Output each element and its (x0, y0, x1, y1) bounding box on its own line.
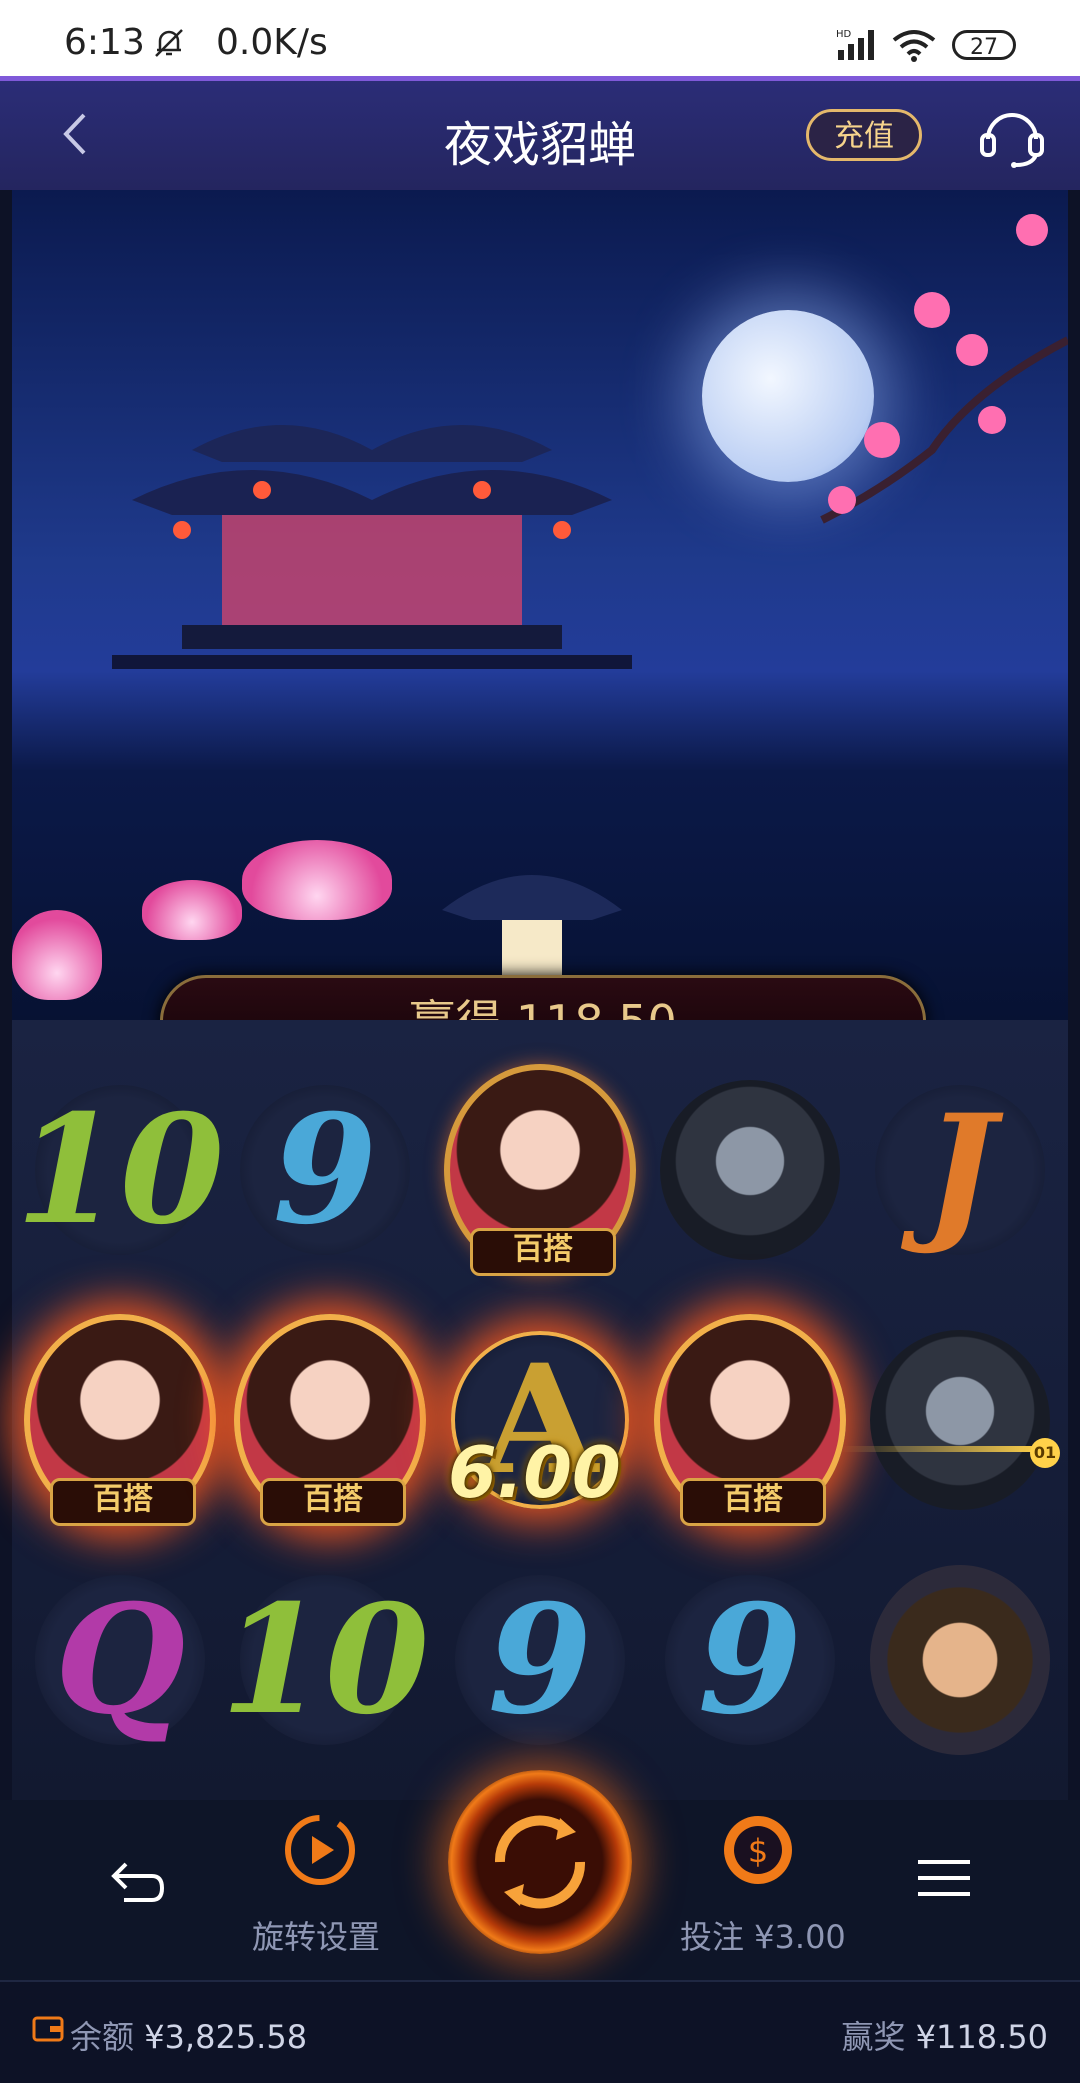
payline-number: 01 (1030, 1438, 1060, 1468)
bet-amount-label[interactable]: 投注 ¥3.00 (680, 1912, 846, 1958)
reel-symbol (650, 1080, 850, 1260)
lotus-flower (242, 840, 392, 920)
total-win: 赢奖 ¥118.50 (841, 2012, 1048, 2058)
menu-icon[interactable] (918, 1856, 970, 1904)
recharge-button[interactable]: 充值 (806, 109, 922, 161)
reel-symbol: 百搭 (650, 1314, 850, 1526)
wild-diaochan-portrait: 百搭 (654, 1314, 846, 1526)
wild-tag: 百搭 (260, 1478, 406, 1526)
game-scene-background (12, 190, 1068, 1020)
soldier-symbol (870, 1330, 1050, 1510)
reel-symbol: J (860, 1080, 1060, 1260)
game-header: 夜戏貂蝉 充值 (0, 76, 1080, 190)
warrior-symbol (870, 1565, 1050, 1755)
balance-label: 余额 (70, 2018, 135, 2056)
svg-text:HD: HD (836, 29, 852, 40)
undo-icon[interactable] (104, 1856, 165, 1910)
symbol-nine: 9 (272, 1082, 378, 1258)
balance-footer: 余额 ¥3,825.58 赢奖 ¥118.50 (0, 1980, 1080, 2083)
reel-symbol: Q (20, 1570, 220, 1750)
reel-symbol: 10 (16, 1080, 224, 1260)
status-time: 6:13 (64, 22, 145, 63)
reel-symbol (860, 1330, 1060, 1510)
reel-symbol: 9 (650, 1570, 850, 1750)
wild-tag: 百搭 (470, 1228, 616, 1276)
pavilion-illustration (112, 425, 632, 669)
wifi-icon (892, 28, 936, 66)
wild-tag: 百搭 (50, 1478, 196, 1526)
status-bar: 6:13 0.0K/s HD 27 (0, 0, 1080, 76)
win-label: 赢奖 (841, 2018, 906, 2056)
win-multiplier: 6.00 (448, 1432, 621, 1514)
symbol-nine: 9 (697, 1572, 803, 1748)
reel-symbol: 9 (440, 1570, 640, 1750)
balance: 余额 ¥3,825.58 (70, 2012, 307, 2058)
symbol-nine: 9 (487, 1572, 593, 1748)
lotus-flower (12, 910, 102, 1000)
bet-chip-icon[interactable]: $ (718, 1810, 798, 1894)
spin-button[interactable] (448, 1770, 632, 1954)
wild-diaochan-portrait: 百搭 (444, 1064, 636, 1276)
svg-text:$: $ (748, 1832, 768, 1870)
reel-symbol: 百搭 (440, 1064, 640, 1276)
wild-diaochan-portrait: 百搭 (24, 1314, 216, 1526)
battery-indicator: 27 (952, 30, 1016, 60)
reel-symbol: 10 (221, 1570, 429, 1750)
reel-symbol: 百搭 (230, 1314, 430, 1526)
symbol-ten: 10 (15, 1082, 225, 1258)
blossom-branch (820, 214, 1068, 524)
symbol-ten: 10 (220, 1572, 430, 1748)
spin-settings-label[interactable]: 旋转设置 (252, 1912, 380, 1958)
reel-symbol: 9 (225, 1080, 425, 1260)
soldier-symbol (660, 1080, 840, 1260)
spin-arrows-icon (494, 1815, 586, 1909)
symbol-queen: Q (54, 1572, 186, 1748)
reel-symbol (860, 1565, 1060, 1755)
autospin-settings-icon[interactable] (280, 1810, 360, 1894)
symbol-jack: J (924, 1082, 996, 1258)
signal-icon: HD (836, 28, 880, 66)
payline-indicator (840, 1446, 1040, 1452)
win-value: ¥118.50 (915, 2018, 1048, 2056)
bell-muted-icon (152, 26, 186, 64)
lotus-flower (142, 880, 242, 940)
customer-service-icon[interactable] (976, 105, 1048, 169)
wild-tag: 百搭 (680, 1478, 826, 1526)
net-speed: 0.0K/s (216, 22, 328, 63)
wild-diaochan-portrait: 百搭 (234, 1314, 426, 1526)
wallet-icon (32, 2014, 64, 2046)
reel-symbol: 百搭 (20, 1314, 220, 1526)
balance-value: ¥3,825.58 (144, 2018, 308, 2056)
